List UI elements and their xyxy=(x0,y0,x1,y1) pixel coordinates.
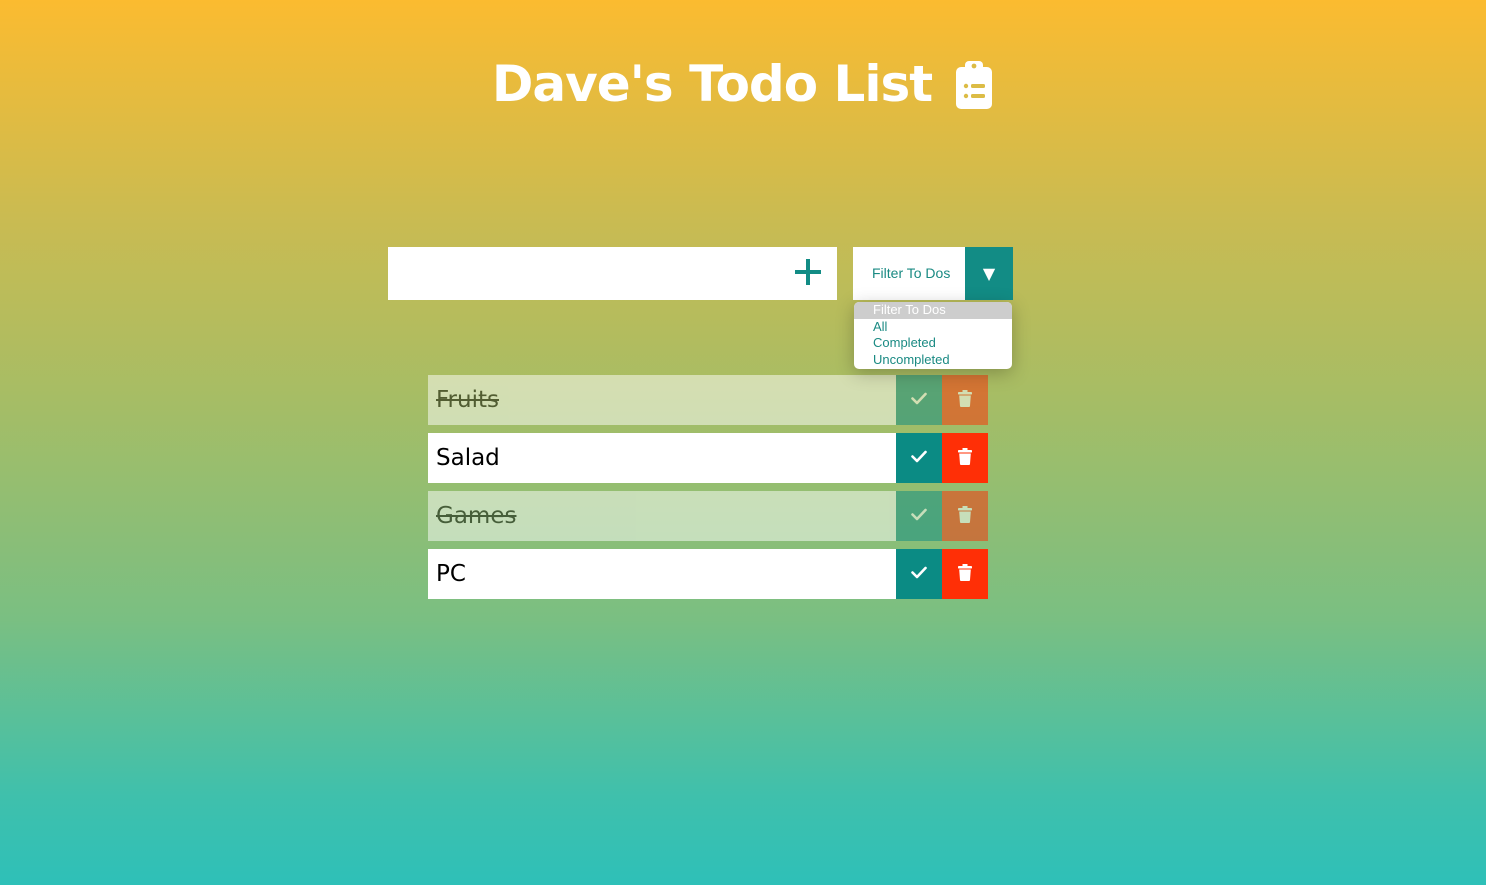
page-header: Dave's Todo List xyxy=(0,52,1486,116)
filter-option-all[interactable]: All xyxy=(854,319,1012,336)
complete-button[interactable] xyxy=(896,433,942,483)
triangle-down-icon[interactable]: ▼ xyxy=(965,247,1013,300)
add-todo-button[interactable] xyxy=(779,247,837,300)
delete-button[interactable] xyxy=(942,491,988,541)
check-icon xyxy=(911,508,927,524)
trash-icon xyxy=(958,390,972,410)
filter-dropdown: Filter To Dos All Completed Uncompleted xyxy=(854,302,1012,369)
todo-form xyxy=(388,247,837,300)
todo-text: Salad xyxy=(436,445,500,471)
plus-icon xyxy=(794,258,822,289)
filter-option-completed[interactable]: Completed xyxy=(854,335,1012,352)
filter-option-filter-to-dos[interactable]: Filter To Dos xyxy=(854,302,1012,319)
trash-icon xyxy=(958,564,972,584)
trash-icon xyxy=(958,448,972,468)
todo-text: PC xyxy=(436,561,466,587)
todo-input[interactable] xyxy=(388,247,778,300)
todo-text: Games xyxy=(436,503,517,529)
todo-text: Fruits xyxy=(436,387,499,413)
todo-item: PC xyxy=(428,549,988,599)
check-icon xyxy=(911,392,927,408)
complete-button[interactable] xyxy=(896,491,942,541)
check-icon xyxy=(911,450,927,466)
delete-button[interactable] xyxy=(942,433,988,483)
delete-button[interactable] xyxy=(942,375,988,425)
filter-selected-value: Filter To Dos xyxy=(872,265,951,281)
todo-item: Fruits xyxy=(428,375,988,425)
todo-list: Fruits Salad Games PC xyxy=(428,375,988,607)
filter-select[interactable]: Filter To Dos ▼ xyxy=(853,247,1013,300)
clipboard-list-icon xyxy=(954,59,994,109)
delete-button[interactable] xyxy=(942,549,988,599)
page-title: Dave's Todo List xyxy=(491,55,933,113)
check-icon xyxy=(911,566,927,582)
complete-button[interactable] xyxy=(896,375,942,425)
todo-item: Salad xyxy=(428,433,988,483)
trash-icon xyxy=(958,506,972,526)
filter-option-uncompleted[interactable]: Uncompleted xyxy=(854,352,1012,369)
todo-item: Games xyxy=(428,491,988,541)
complete-button[interactable] xyxy=(896,549,942,599)
